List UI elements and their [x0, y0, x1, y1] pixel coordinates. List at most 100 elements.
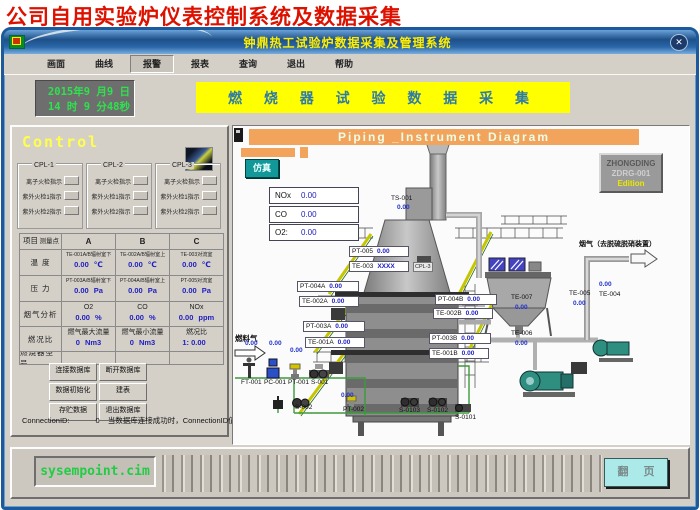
fuel-train-instruments: [243, 358, 329, 380]
cpl-group-1: CPL-1 离子火检指示 紫外火检1指示 紫外火检2指示: [17, 163, 83, 229]
menu-item-tuichu[interactable]: 退出: [274, 55, 318, 73]
connection-id-label: ConnectionID:: [22, 416, 70, 425]
control-panel: Control CPL-1 离子火检指示 紫外火检1指示 紫外火检2指示 CPL…: [10, 125, 229, 437]
table-cell: 燃气最小流量0Nm3: [115, 326, 169, 351]
ft-001-tag: FT-001: [241, 379, 262, 386]
cpl-groups: CPL-1 离子火检指示 紫外火检1指示 紫外火检2指示 CPL-2 离子火检指…: [17, 163, 221, 229]
flame-indicator-lamp: [202, 191, 217, 200]
flame-indicator-lamp: [133, 176, 148, 185]
te-007-tag: TE-007: [511, 294, 532, 301]
cpl-3-tag: CPL-3: [413, 262, 433, 272]
flame-indicator-lamp: [64, 206, 79, 215]
close-icon[interactable]: ✕: [670, 34, 688, 51]
pc-001-tag: PC-001: [264, 379, 286, 386]
te-003-chip: TE-003XXXX: [349, 261, 409, 272]
corner-top-label: 测量点: [40, 235, 60, 245]
menu-item-quxian[interactable]: 曲线: [82, 55, 126, 73]
te-002b-chip: TE-002B0.00: [433, 308, 493, 319]
disconnect-db-button[interactable]: 断开数据库: [99, 363, 147, 381]
footer-ridges: [162, 455, 602, 492]
pt-005-chip: PT-0050.00: [349, 246, 409, 257]
ft-001-value: 0.00: [245, 340, 258, 347]
data-init-button[interactable]: 数据初始化: [49, 383, 97, 401]
simulation-button[interactable]: 仿真: [245, 159, 279, 178]
time-text: 14 时 9 分48秒: [48, 99, 130, 114]
table-cell: 燃气最大流量0Nm3: [61, 326, 115, 351]
flame-row-label: 紫外火检1指示: [92, 191, 131, 200]
pt-003a-chip: PT-003A0.00: [303, 321, 365, 332]
table-cell: TE-001A/B辐射室下0.00℃: [61, 249, 115, 275]
window-title: 钟鼎热工试验炉数据采集及管理系统: [25, 34, 670, 51]
create-table-button[interactable]: 建表: [99, 383, 147, 401]
flame-row-label: 紫外火检2指示: [23, 206, 62, 215]
menu-item-bangzhu[interactable]: 帮助: [322, 55, 366, 73]
brand-line2: ZDRG-001: [601, 169, 661, 178]
burner-box: [331, 308, 345, 320]
diagram-title: Piping _Instrument Diagram: [249, 129, 639, 145]
menu-item-chaxun[interactable]: 查询: [226, 55, 270, 73]
group-legend: CPL-3: [170, 162, 194, 169]
s-0103-tag: S-0103: [399, 407, 420, 414]
connect-db-button[interactable]: 连接数据库: [49, 363, 97, 381]
flue-gas-label: 烟气（去脱硫脱硝装置）: [579, 239, 656, 249]
flame-row-label: 紫外火检2指示: [92, 206, 131, 215]
status-footer: sysempoint.cim 翻 页: [10, 447, 690, 499]
s-002-tag: S-002: [295, 404, 312, 411]
page-turn-button[interactable]: 翻 页: [604, 458, 668, 487]
table-cell: TE-003对流室0.00℃: [169, 249, 223, 275]
date-text: 2015年9 月9 日: [48, 84, 130, 99]
pt-002-tag: PT-002: [343, 406, 364, 413]
titlebar: 钟鼎热工试验炉数据采集及管理系统 ✕: [4, 30, 696, 54]
connection-id-value: 0: [96, 416, 100, 425]
menu-item-baojing[interactable]: 报警: [130, 55, 174, 73]
te-005-tag: TE-005: [569, 290, 590, 297]
ts-001-value: 0.00: [397, 204, 410, 211]
orange-bar: [241, 148, 295, 157]
flame-indicator-lamp: [133, 191, 148, 200]
co-readout: CO0.00: [269, 206, 359, 223]
flame-indicator-lamp: [202, 176, 217, 185]
te-004-value: 0.00: [599, 281, 612, 288]
upper-right-platform: [501, 216, 567, 224]
flame-row-label: 紫外火检2指示: [161, 206, 200, 215]
menu-item-baobiao[interactable]: 报表: [178, 55, 222, 73]
row-label-temp: 温 度: [19, 249, 61, 275]
cpl-group-2: CPL-2 离子火检指示 紫外火检1指示 紫外火检2指示: [86, 163, 152, 229]
s-001-tag: S-001: [311, 379, 328, 386]
flame-row-label: 离子火检指示: [26, 176, 62, 185]
flame-row-label: 紫外火检1指示: [23, 191, 62, 200]
pt-003b-chip: PT-003B0.00: [429, 333, 491, 344]
pt-004a-chip: PT-004A0.00: [297, 281, 359, 292]
menu-item-huamian[interactable]: 画面: [34, 55, 78, 73]
table-cell: PT-005对流室0.00Pa: [169, 275, 223, 301]
te-001a-chip: TE-001A0.00: [305, 337, 365, 348]
cpl-group-3: CPL-3 离子火检指示 紫外火检1指示 紫外火检2指示: [155, 163, 221, 229]
screen: { "page_title": "公司自用实验炉仪表控制系统及数据采集", "w…: [0, 0, 700, 509]
col-header-b: B: [115, 233, 169, 249]
datetime-display: 2015年9 月9 日 14 时 9 分48秒: [35, 80, 135, 117]
te-007-value: 0.00: [515, 304, 528, 311]
te-005-value: 0.00: [573, 300, 586, 307]
control-panel-title: Control: [22, 133, 99, 151]
nox-readout: NOx0.00: [269, 187, 359, 204]
col-header-c: C: [169, 233, 223, 249]
flame-row-label: 紫外火检1指示: [161, 191, 200, 200]
pc-001-value: 0.00: [269, 340, 282, 347]
flue-gas-arrow: [631, 250, 657, 267]
table-cell: TE-002A/B辐射室上0.00℃: [115, 249, 169, 275]
pt-001-value: 0.00: [290, 347, 303, 354]
group-legend: CPL-2: [101, 162, 125, 169]
te-001b-chip: TE-001B0.00: [429, 348, 489, 359]
brand-line1: ZHONGDING: [601, 159, 661, 168]
flame-indicator-lamp: [64, 176, 79, 185]
ts-001-tag: TS-001: [391, 195, 412, 202]
app-icon: [9, 35, 25, 49]
table-cell: CO0.00%: [115, 301, 169, 326]
measurement-table: 测量点 项目 A B C 温 度 TE-001A/B辐射室下0.00℃ TE-0…: [19, 233, 224, 365]
menubar: 画面 曲线 报警 报表 查询 退出 帮助: [4, 54, 696, 75]
col-header-a: A: [61, 233, 115, 249]
te-004-tag: TE-004: [599, 291, 620, 298]
te-006-value: 0.00: [515, 340, 528, 347]
group-legend: CPL-1: [32, 162, 56, 169]
table-cell: PT-003A/B辐射室下0.00Pa: [61, 275, 115, 301]
